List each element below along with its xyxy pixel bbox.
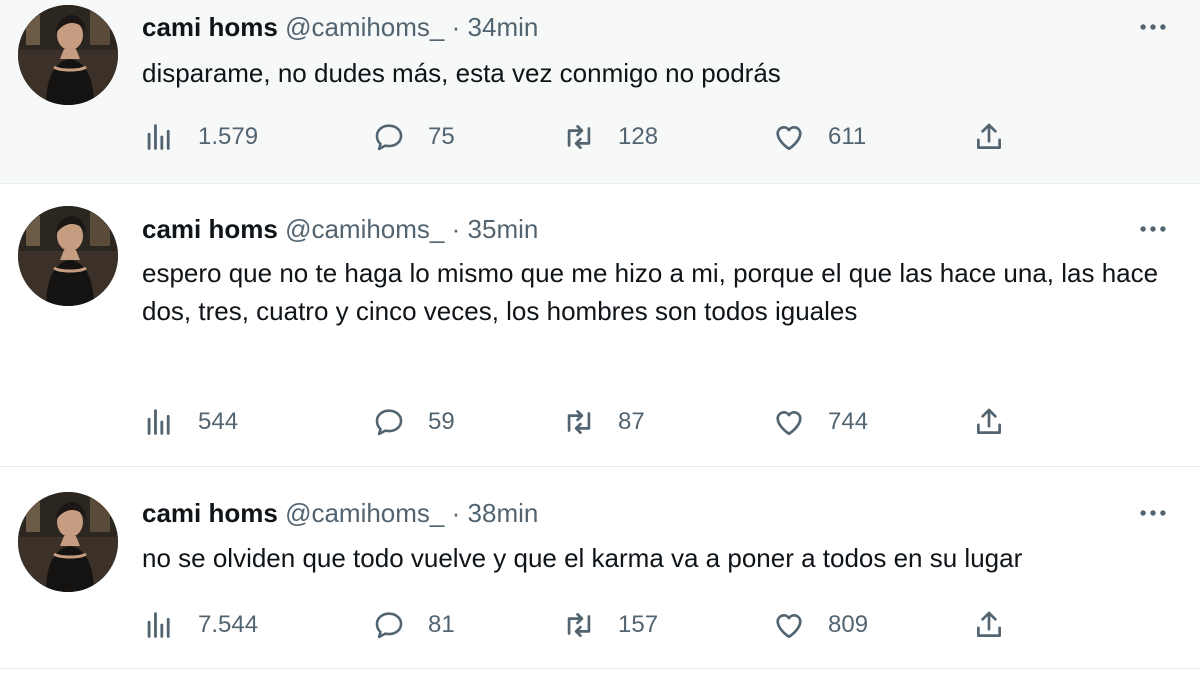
speech-bubble-icon xyxy=(372,405,406,439)
like-button[interactable]: 744 xyxy=(772,402,868,442)
like-count: 611 xyxy=(828,123,867,150)
retweet-button[interactable]: 128 xyxy=(562,117,658,157)
tweet-actions: 7.544 81 157 809 xyxy=(142,605,1042,645)
reply-button[interactable]: 59 xyxy=(372,402,455,442)
speech-bubble-icon xyxy=(372,120,406,154)
retweet-icon xyxy=(562,405,596,439)
author-name[interactable]: cami homs xyxy=(142,498,278,528)
retweet-count: 87 xyxy=(618,408,645,435)
views-button[interactable]: 7.544 xyxy=(142,605,258,645)
retweet-count: 157 xyxy=(618,611,659,638)
avatar[interactable] xyxy=(18,206,118,306)
tweet[interactable]: cami homs @camihoms_ · 38min no se olvid… xyxy=(0,467,1200,669)
tweet-header: cami homs @camihoms_ · 35min xyxy=(142,214,538,244)
author-handle[interactable]: @camihoms_ xyxy=(285,12,444,42)
avatar[interactable] xyxy=(18,5,118,105)
tweet-timestamp[interactable]: 34min xyxy=(468,12,539,42)
views-count: 7.544 xyxy=(198,611,259,638)
retweet-button[interactable]: 87 xyxy=(562,402,645,442)
more-options-button[interactable] xyxy=(1136,214,1170,244)
tweet-text: disparame, no dudes más, esta vez conmig… xyxy=(142,58,781,88)
share-icon xyxy=(972,608,1006,642)
bar-chart-icon xyxy=(142,608,176,642)
views-button[interactable]: 1.579 xyxy=(142,117,258,157)
views-button[interactable]: 544 xyxy=(142,402,238,442)
tweet[interactable]: cami homs @camihoms_ · 35min espero que … xyxy=(0,184,1200,467)
reply-button[interactable]: 75 xyxy=(372,117,455,157)
like-button[interactable]: 611 xyxy=(772,117,866,157)
retweet-icon xyxy=(562,120,596,154)
more-options-button[interactable] xyxy=(1136,498,1170,528)
author-handle[interactable]: @camihoms_ xyxy=(285,214,444,244)
reply-count: 81 xyxy=(428,611,455,638)
author-handle[interactable]: @camihoms_ xyxy=(285,498,444,528)
speech-bubble-icon xyxy=(372,608,406,642)
tweet-timestamp[interactable]: 35min xyxy=(468,214,539,244)
more-options-button[interactable] xyxy=(1136,12,1170,42)
tweet-text: no se olviden que todo vuelve y que el k… xyxy=(142,543,1023,573)
author-name[interactable]: cami homs xyxy=(142,214,278,244)
share-button[interactable] xyxy=(972,117,1006,157)
tweet-text: espero que no te haga lo mismo que me hi… xyxy=(142,258,1159,326)
retweet-icon xyxy=(562,608,596,642)
avatar[interactable] xyxy=(18,492,118,592)
views-count: 1.579 xyxy=(198,123,259,150)
separator-dot: · xyxy=(451,214,461,244)
reply-count: 59 xyxy=(428,408,455,435)
more-horizontal-icon xyxy=(1136,10,1170,44)
heart-icon xyxy=(772,405,806,439)
tweet[interactable]: cami homs @camihoms_ · 34min disparame, … xyxy=(0,0,1200,184)
separator-dot: · xyxy=(451,12,461,42)
share-icon xyxy=(972,120,1006,154)
tweet-timestamp[interactable]: 38min xyxy=(468,498,539,528)
tweet-actions: 544 59 87 744 xyxy=(142,402,1042,442)
tweet-header: cami homs @camihoms_ · 38min xyxy=(142,498,538,528)
like-count: 744 xyxy=(828,408,869,435)
tweet-header: cami homs @camihoms_ · 34min xyxy=(142,12,538,42)
reply-count: 75 xyxy=(428,123,455,150)
like-button[interactable]: 809 xyxy=(772,605,868,645)
share-button[interactable] xyxy=(972,402,1006,442)
views-count: 544 xyxy=(198,408,239,435)
bar-chart-icon xyxy=(142,120,176,154)
more-horizontal-icon xyxy=(1136,496,1170,530)
separator-dot: · xyxy=(451,498,461,528)
author-name[interactable]: cami homs xyxy=(142,12,278,42)
share-button[interactable] xyxy=(972,605,1006,645)
tweet-actions: 1.579 75 128 611 xyxy=(142,117,1042,157)
retweet-count: 128 xyxy=(618,123,659,150)
share-icon xyxy=(972,405,1006,439)
heart-icon xyxy=(772,608,806,642)
more-horizontal-icon xyxy=(1136,212,1170,246)
reply-button[interactable]: 81 xyxy=(372,605,455,645)
heart-icon xyxy=(772,120,806,154)
like-count: 809 xyxy=(828,611,869,638)
tweet-feed: cami homs @camihoms_ · 34min disparame, … xyxy=(0,0,1200,675)
retweet-button[interactable]: 157 xyxy=(562,605,658,645)
bar-chart-icon xyxy=(142,405,176,439)
